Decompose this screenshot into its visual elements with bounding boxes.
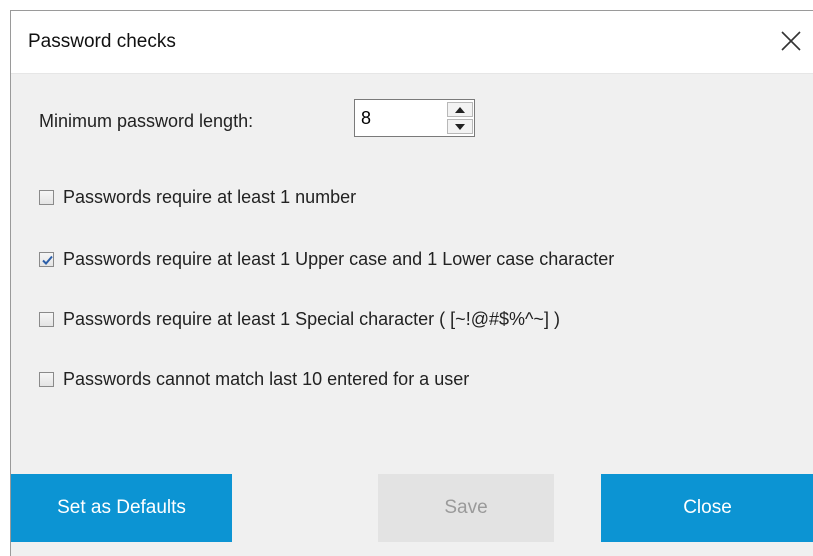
option-require-special[interactable]: Passwords require at least 1 Special cha… <box>39 309 560 330</box>
option-label: Passwords require at least 1 Upper case … <box>63 249 615 269</box>
chevron-up-icon <box>455 106 465 113</box>
checkbox[interactable] <box>39 252 54 267</box>
checkbox[interactable] <box>39 190 54 205</box>
option-require-number[interactable]: Passwords require at least 1 number <box>39 187 356 208</box>
close-icon[interactable] <box>777 27 805 55</box>
min-length-input[interactable] <box>357 102 447 134</box>
option-require-upper-lower[interactable]: Passwords require at least 1 Upper case … <box>39 249 614 270</box>
checkmark-icon <box>42 255 53 265</box>
spin-up-button[interactable] <box>447 102 473 117</box>
set-as-defaults-button[interactable]: Set as Defaults <box>11 474 232 542</box>
password-checks-dialog: Password checks Minimum password length: <box>10 10 813 556</box>
dialog-title: Password checks <box>28 31 176 52</box>
chevron-down-icon <box>455 123 465 130</box>
min-length-spinner[interactable] <box>354 99 475 137</box>
title-bar: Password checks <box>11 11 813 74</box>
checkbox[interactable] <box>39 312 54 327</box>
option-label: Passwords require at least 1 number <box>63 187 357 207</box>
save-button[interactable]: Save <box>378 474 554 542</box>
option-label: Passwords require at least 1 Special cha… <box>63 309 560 329</box>
close-button[interactable]: Close <box>601 474 813 542</box>
checkbox[interactable] <box>39 372 54 387</box>
spin-down-button[interactable] <box>447 119 473 134</box>
option-label: Passwords cannot match last 10 entered f… <box>63 369 470 389</box>
option-no-reuse[interactable]: Passwords cannot match last 10 entered f… <box>39 369 469 390</box>
min-length-label: Minimum password length: <box>39 111 254 131</box>
